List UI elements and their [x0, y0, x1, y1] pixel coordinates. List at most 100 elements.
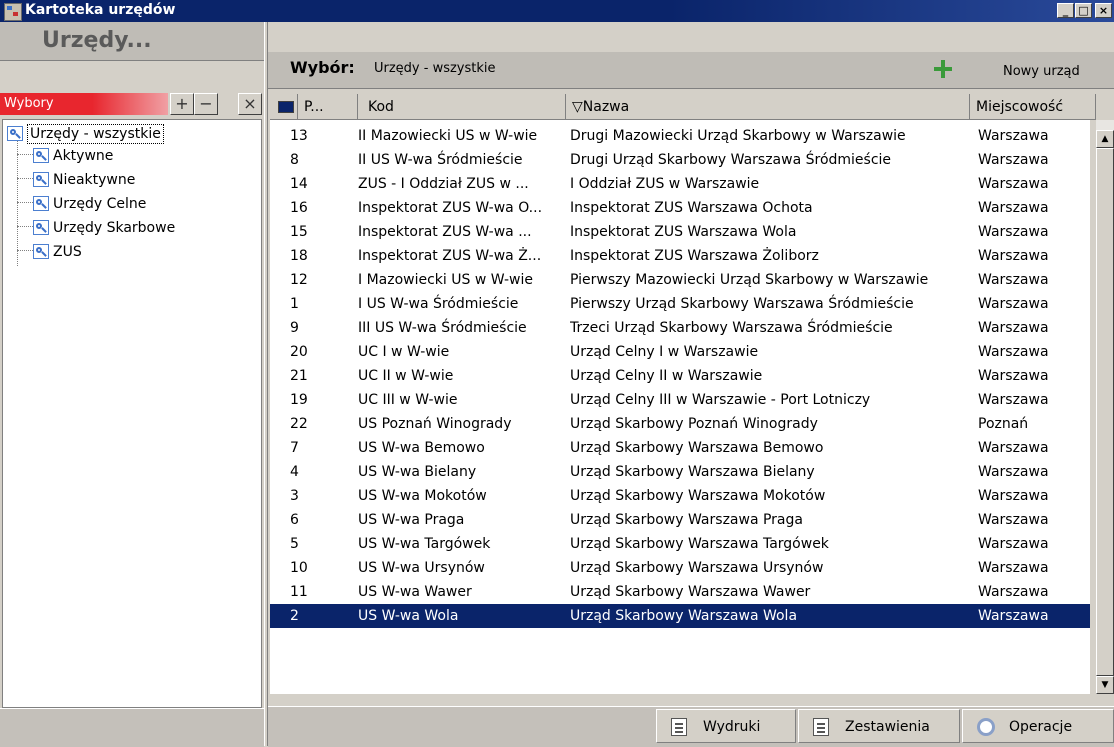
- cell-nazwa: I Oddział ZUS w Warszawie: [570, 176, 760, 192]
- title-bar: Kartoteka urzędów _ □ ×: [0, 0, 1114, 22]
- cell-kod: I US W-wa Śródmieście: [358, 296, 519, 312]
- cell-nazwa: Urząd Skarbowy Warszawa Bemowo: [570, 440, 824, 456]
- cell-miejscowosc: Warszawa: [978, 464, 1049, 480]
- cell-p: 7: [290, 440, 299, 456]
- cell-nazwa: Urząd Celny II w Warszawie: [570, 368, 763, 384]
- table-row[interactable]: 18 Inspektorat ZUS W-wa Ż... Inspektorat Z…: [270, 244, 1090, 268]
- column-header-nazwa[interactable]: ▽Nazwa: [566, 94, 970, 120]
- table-row[interactable]: 3 US W-wa Mokotów Urząd Skarbowy Warszawa …: [270, 484, 1090, 508]
- minimize-button[interactable]: _: [1057, 3, 1074, 18]
- cell-p: 22: [290, 416, 308, 432]
- tree-connector: [17, 226, 33, 227]
- table-row[interactable]: 2 US W-wa Wola Urząd Skarbowy Warszawa Wol…: [270, 604, 1090, 628]
- maximize-button[interactable]: □: [1075, 3, 1092, 18]
- cell-p: 8: [290, 152, 299, 168]
- scrollbar-thumb[interactable]: [1096, 148, 1114, 676]
- cell-p: 9: [290, 320, 299, 336]
- table-row[interactable]: 22 US Poznań Winogrady Urząd Skarbowy Pozn…: [270, 412, 1090, 436]
- table-row[interactable]: 13 II Mazowiecki US w W-wie Drugi Mazowiec…: [270, 124, 1090, 148]
- selection-label: Wybór:: [290, 58, 355, 77]
- cell-p: 4: [290, 464, 299, 480]
- table-row[interactable]: 5 US W-wa Targówek Urząd Skarbowy Warszawa…: [270, 532, 1090, 556]
- table-row[interactable]: 9 III US W-wa Śródmieście Trzeci Urząd Ska…: [270, 316, 1090, 340]
- cell-p: 11: [290, 584, 308, 600]
- close-button[interactable]: ×: [1095, 3, 1112, 18]
- cell-miejscowosc: Warszawa: [978, 248, 1049, 264]
- cell-p: 6: [290, 512, 299, 528]
- remove-filter-button[interactable]: −: [194, 93, 218, 115]
- cell-nazwa: Drugi Urząd Skarbowy Warszawa Śródmieści…: [570, 152, 892, 168]
- cell-nazwa: Pierwszy Urząd Skarbowy Warszawa Śródmie…: [570, 296, 914, 312]
- panel-splitter[interactable]: [264, 22, 268, 746]
- cell-miejscowosc: Warszawa: [978, 560, 1049, 576]
- cell-kod: US W-wa Praga: [358, 512, 465, 528]
- scroll-up-button[interactable]: ▲: [1096, 130, 1114, 148]
- table-row[interactable]: 11 US W-wa Wawer Urząd Skarbowy Warszawa W…: [270, 580, 1090, 604]
- operations-button[interactable]: Operacje: [962, 709, 1114, 743]
- close-filters-button[interactable]: ×: [238, 93, 262, 115]
- plus-icon: [934, 60, 952, 78]
- new-office-label: Nowy urząd: [1003, 64, 1080, 79]
- cell-kod: Inspektorat ZUS W-wa ...: [358, 224, 532, 240]
- tree-item-label: Aktywne: [53, 148, 114, 164]
- table-row[interactable]: 21 UC II w W-wie Urząd Celny II w Warszawi…: [270, 364, 1090, 388]
- table-row[interactable]: 4 US W-wa Bielany Urząd Skarbowy Warszawa …: [270, 460, 1090, 484]
- cell-miejscowosc: Warszawa: [978, 512, 1049, 528]
- column-header-kod[interactable]: Kod: [358, 94, 566, 120]
- cell-nazwa: Drugi Mazowiecki Urząd Skarbowy w Warsza…: [570, 128, 906, 144]
- tree-connector: [17, 250, 33, 251]
- table-row[interactable]: 20 UC I w W-wie Urząd Celny I w Warszawie W…: [270, 340, 1090, 364]
- cell-kod: II US W-wa Śródmieście: [358, 152, 523, 168]
- column-header-p[interactable]: P...: [298, 94, 358, 120]
- tree-connector: [17, 140, 18, 266]
- tree-connector: [17, 202, 33, 203]
- left-panel-title: Urzędy...: [42, 28, 152, 53]
- operations-label: Operacje: [1009, 719, 1073, 735]
- cell-nazwa: Urząd Celny I w Warszawie: [570, 344, 759, 360]
- cell-miejscowosc: Warszawa: [978, 608, 1049, 624]
- tree-connector: [17, 178, 33, 179]
- table-row[interactable]: 14 ZUS - I Oddział ZUS w ... I Oddział ZUS…: [270, 172, 1090, 196]
- filters-label[interactable]: Wybory: [0, 93, 168, 115]
- cell-p: 16: [290, 200, 308, 216]
- tree-item-label: ZUS: [53, 244, 82, 260]
- table-row[interactable]: 7 US W-wa Bemowo Urząd Skarbowy Warszawa B…: [270, 436, 1090, 460]
- cell-nazwa: Urząd Skarbowy Warszawa Targówek: [570, 536, 829, 552]
- table-row[interactable]: 15 Inspektorat ZUS W-wa ... Inspektorat ZU…: [270, 220, 1090, 244]
- search-icon: [7, 126, 23, 141]
- cell-p: 5: [290, 536, 299, 552]
- cell-miejscowosc: Warszawa: [978, 128, 1049, 144]
- cell-kod: US W-wa Bemowo: [358, 440, 485, 456]
- add-filter-button[interactable]: +: [170, 93, 194, 115]
- summaries-button[interactable]: Zestawienia: [798, 709, 960, 743]
- cell-nazwa: Inspektorat ZUS Warszawa Wola: [570, 224, 797, 240]
- search-icon: [33, 148, 49, 163]
- column-header-miejscowosc[interactable]: Miejscowość: [970, 94, 1096, 120]
- cell-kod: US W-wa Mokotów: [358, 488, 487, 504]
- grid-bottom-strip: [270, 694, 1114, 706]
- table-row[interactable]: 1 I US W-wa Śródmieście Pierwszy Urząd Ska…: [270, 292, 1090, 316]
- cell-kod: UC II w W-wie: [358, 368, 454, 384]
- table-row[interactable]: 16 Inspektorat ZUS W-wa O... Inspektorat Z…: [270, 196, 1090, 220]
- cell-p: 19: [290, 392, 308, 408]
- summaries-label: Zestawienia: [845, 719, 930, 735]
- filter-tree: Urzędy - wszystkie Aktywne Nieaktywne Ur…: [2, 119, 262, 708]
- cell-miejscowosc: Warszawa: [978, 488, 1049, 504]
- scroll-down-button[interactable]: ▼: [1096, 676, 1114, 694]
- table-row[interactable]: 12 I Mazowiecki US w W-wie Pierwszy Mazowi…: [270, 268, 1090, 292]
- tree-item-label: Nieaktywne: [53, 172, 136, 188]
- cell-miejscowosc: Warszawa: [978, 584, 1049, 600]
- left-panel-header: Urzędy...: [0, 22, 264, 61]
- cell-p: 3: [290, 488, 299, 504]
- table-row[interactable]: 8 II US W-wa Śródmieście Drugi Urząd Skarb…: [270, 148, 1090, 172]
- cell-p: 2: [290, 608, 299, 624]
- table-row[interactable]: 6 US W-wa Praga Urząd Skarbowy Warszawa Pr…: [270, 508, 1090, 532]
- table-row[interactable]: 19 UC III w W-wie Urząd Celny III w Warsza…: [270, 388, 1090, 412]
- table-row[interactable]: 10 US W-wa Ursynów Urząd Skarbowy Warszawa…: [270, 556, 1090, 580]
- printouts-icon: [671, 718, 687, 736]
- print-button[interactable]: Wydruki: [656, 709, 796, 743]
- cell-nazwa: Urząd Skarbowy Warszawa Ursynów: [570, 560, 824, 576]
- cell-kod: US Poznań Winogrady: [358, 416, 512, 432]
- cell-miejscowosc: Warszawa: [978, 224, 1049, 240]
- cell-miejscowosc: Warszawa: [978, 368, 1049, 384]
